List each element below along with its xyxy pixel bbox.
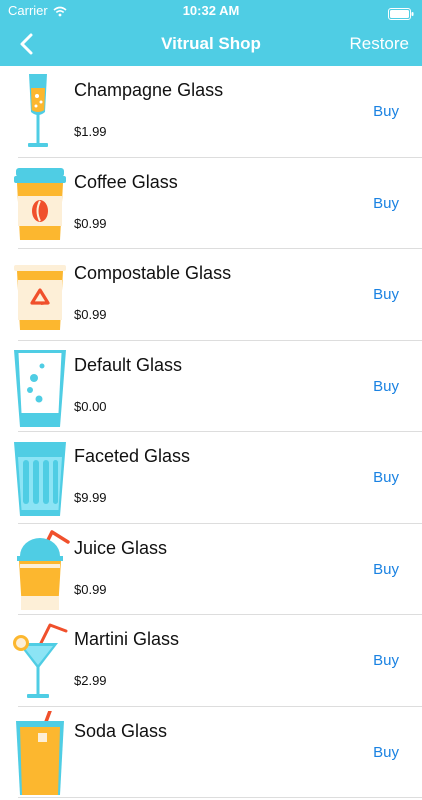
item-price: $0.99: [74, 581, 107, 597]
buy-button[interactable]: Buy: [373, 378, 399, 395]
restore-button[interactable]: Restore: [349, 22, 409, 66]
list-item: Coffee Glass $0.99 Buy: [0, 158, 422, 250]
buy-button[interactable]: Buy: [373, 561, 399, 578]
buy-button[interactable]: Buy: [373, 652, 399, 669]
item-price: $1.99: [74, 124, 107, 139]
buy-button[interactable]: Buy: [373, 103, 399, 120]
item-name: Champagne Glass: [74, 80, 224, 100]
soda-glass-icon: [8, 708, 72, 795]
recycle-cup-icon: [8, 253, 72, 337]
item-name: Soda Glass: [74, 720, 168, 741]
item-price: $2.99: [74, 673, 107, 688]
list-item: Martini Glass $2.99 Buy: [0, 615, 422, 707]
item-name: Default Glass: [74, 354, 183, 375]
champagne-glass-icon: [8, 70, 72, 154]
list-item: Juice Glass $0.99 Buy: [0, 524, 422, 616]
item-name: Faceted Glass: [74, 446, 191, 466]
faceted-glass-icon: [8, 436, 72, 520]
item-price: $0.99: [74, 215, 107, 231]
list-item: Soda Glass Buy: [0, 707, 422, 799]
buy-button[interactable]: Buy: [373, 469, 399, 486]
product-list: Champagne Glass $1.99 Buy Coffee Glass $…: [0, 66, 422, 798]
item-name: Juice Glass: [74, 537, 168, 558]
item-price: $0.00: [74, 398, 107, 414]
item-name: Martini Glass: [74, 629, 180, 649]
item-name: Compostable Glass: [74, 263, 232, 283]
status-time: 10:32 AM: [182, 3, 240, 18]
list-item: Default Glass $0.00 Buy: [0, 341, 422, 433]
list-item: Faceted Glass $9.99 Buy: [0, 432, 422, 524]
buy-button[interactable]: Buy: [373, 744, 399, 761]
list-item: Compostable Glass $0.99 Buy: [0, 249, 422, 341]
item-price: $9.99: [74, 490, 107, 505]
buy-button[interactable]: Buy: [373, 286, 399, 303]
juice-cup-icon: [8, 528, 72, 612]
coffee-cup-icon: [8, 162, 72, 246]
status-bar: Carrier 10:32 AM: [0, 0, 422, 22]
water-glass-icon: [8, 345, 72, 429]
navigation-bar: Vitrual Shop Restore: [0, 22, 422, 66]
item-price: $0.99: [74, 307, 107, 322]
item-name: Coffee Glass: [74, 171, 178, 192]
buy-button[interactable]: Buy: [373, 195, 399, 212]
martini-glass-icon: [8, 619, 72, 703]
list-item: Champagne Glass $1.99 Buy: [0, 66, 422, 158]
